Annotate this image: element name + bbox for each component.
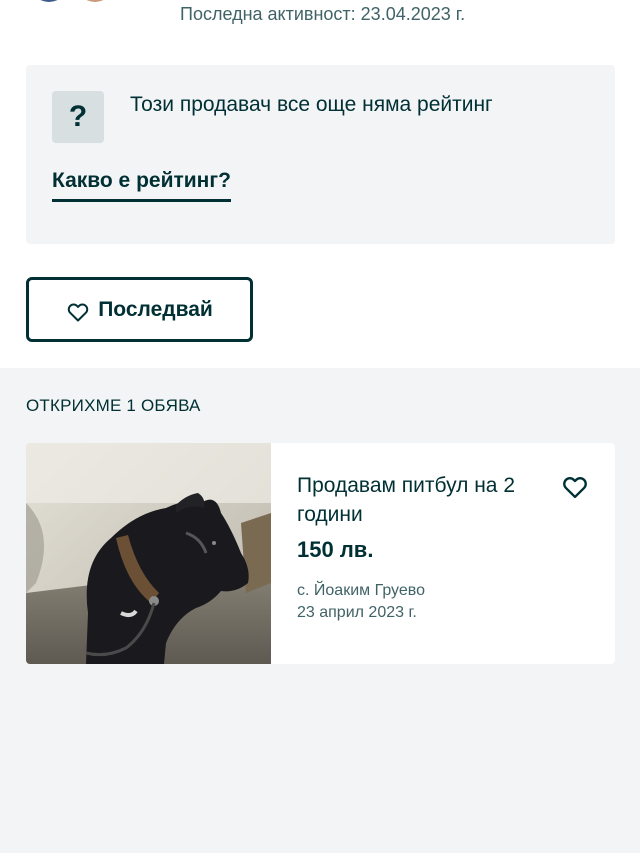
follow-button[interactable]: Последвай [26,277,253,342]
listing-price: 150 лв. [297,537,374,562]
follow-button-label: Последвай [98,297,213,321]
results-count: ОТКРИХМЕ 1 ОБЯВА [26,396,201,415]
what-is-rating-link[interactable]: Какво е рейтинг? [52,169,231,202]
question-icon: ? [52,91,104,143]
favorite-button[interactable] [561,473,589,501]
dog-photo [26,443,271,664]
seller-profile-section: Последна активност: 23.04.2023 г. ? Този… [0,0,640,368]
listing-date: 23 април 2023 г. [297,604,417,621]
no-rating-text: Този продавач все още няма рейтинг [130,93,493,116]
listing-title[interactable]: Продавам питбул на 2 години [297,471,552,529]
avatar [30,0,120,2]
last-active-text: Последна активност: 23.04.2023 г. [180,4,466,24]
listing-card[interactable]: Продавам питбул на 2 години 150 лв. с. Й… [26,443,615,664]
listing-photo[interactable] [26,443,271,664]
heart-outline-icon [563,477,587,499]
heart-outline-icon [67,302,89,321]
rating-card: ? Този продавач все още няма рейтинг Как… [26,65,615,244]
listing-location: с. Йоаким Груево [297,582,425,599]
